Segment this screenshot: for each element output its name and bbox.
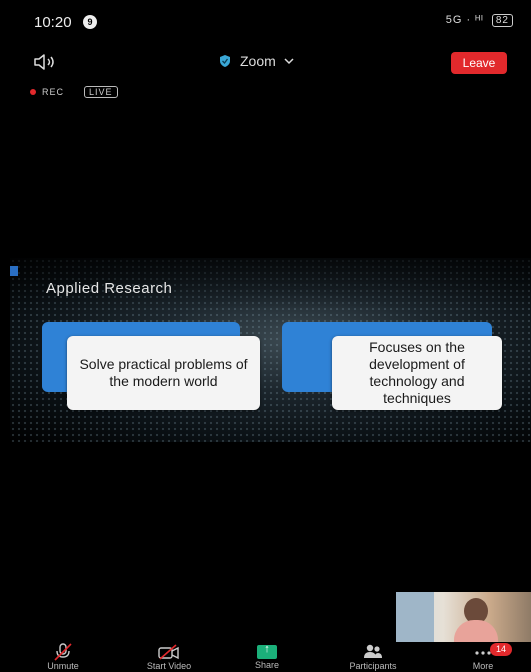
unmute-label: Unmute: [47, 661, 79, 671]
battery-icon: 82: [491, 14, 513, 27]
video-off-icon: [158, 644, 179, 660]
start-video-button[interactable]: Start Video: [124, 642, 214, 672]
live-badge[interactable]: LIVE: [84, 86, 118, 98]
participants-icon: [364, 644, 382, 658]
speaker-icon[interactable]: [32, 52, 62, 72]
unmute-button[interactable]: Unmute: [18, 642, 108, 672]
card-left: Solve practical problems of the modern w…: [67, 336, 260, 410]
status-icons: 5G · ᴴᴵ 82: [446, 14, 513, 27]
status-bar: 10:20 9 5G · ᴴᴵ 82: [0, 0, 531, 44]
meeting-title-dropdown[interactable]: Zoom: [218, 53, 294, 69]
meeting-title: Zoom: [240, 53, 276, 69]
shield-icon: [220, 55, 230, 67]
participant-figure: [454, 598, 498, 642]
slide-marker: [10, 266, 18, 276]
share-button[interactable]: Share: [222, 642, 312, 672]
video-background: [396, 592, 434, 642]
share-icon: [257, 643, 277, 659]
self-video-thumbnail[interactable]: [396, 592, 531, 642]
more-badge: 14: [490, 643, 512, 656]
recording-indicator: REC LIVE: [30, 84, 118, 100]
participants-label: Participants: [349, 661, 397, 671]
signal-icon: 5G · ᴴᴵ: [445, 14, 484, 26]
meeting-top-bar: Zoom Leave: [0, 46, 531, 78]
notification-badge: 9: [83, 15, 97, 29]
more-label: More: [472, 661, 494, 671]
share-label: Share: [254, 660, 280, 670]
leave-button[interactable]: Leave: [451, 52, 507, 74]
slide-title: Applied Research: [46, 280, 173, 297]
meeting-toolbar: Unmute Start Video Share Participants 14…: [0, 642, 531, 672]
card-right: Focuses on the development of technology…: [332, 336, 502, 410]
participants-button[interactable]: Participants: [328, 642, 418, 672]
more-button[interactable]: 14 More: [438, 642, 528, 672]
mic-muted-icon: [54, 643, 72, 661]
rec-label: REC: [42, 87, 65, 97]
start-video-label: Start Video: [146, 661, 192, 671]
chevron-down-icon: [284, 58, 294, 65]
shared-screen: Applied Research Solve practical problem…: [10, 258, 531, 442]
status-time: 10:20: [34, 14, 72, 31]
rec-dot-icon: [30, 89, 36, 95]
